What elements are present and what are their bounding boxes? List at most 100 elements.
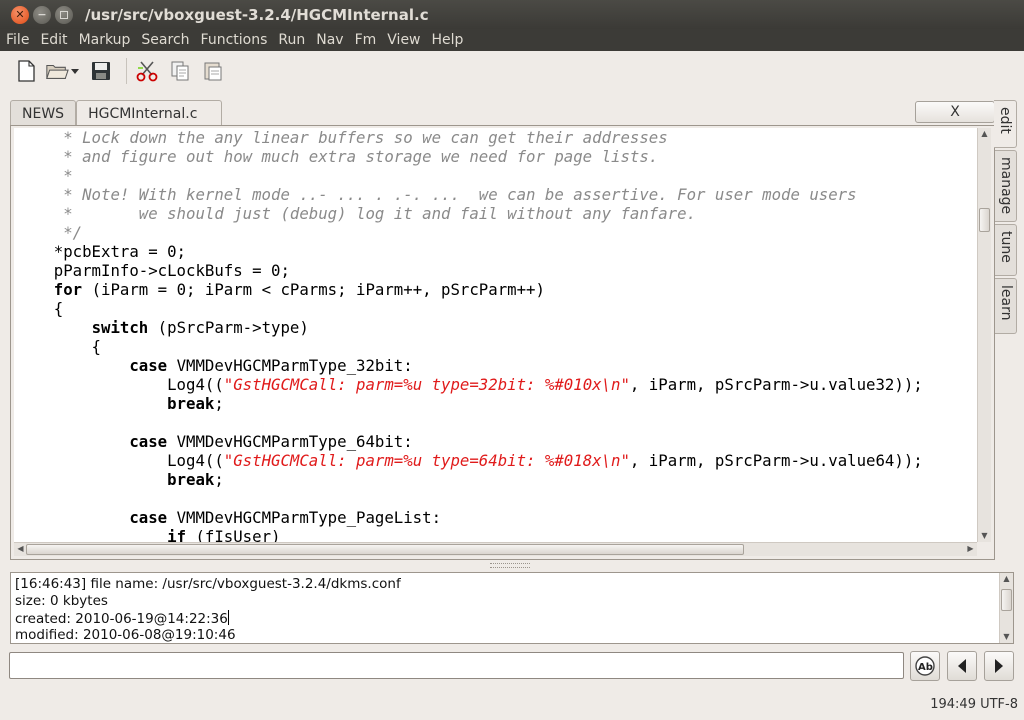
new-file-button[interactable] xyxy=(12,57,40,85)
prev-arrow-icon xyxy=(958,659,966,673)
text-caret xyxy=(227,610,229,625)
menu-edit[interactable]: Edit xyxy=(40,32,73,48)
code-line: * we should just (debug) log it and fail… xyxy=(16,204,697,223)
close-document-button[interactable]: X xyxy=(915,101,995,123)
scroll-down-icon[interactable]: ▼ xyxy=(1000,631,1013,643)
side-tab-edit-label: edit xyxy=(997,107,1013,134)
tab-hgcminternal[interactable]: HGCMInternal.c xyxy=(76,100,223,127)
side-tab-manage-label: manage xyxy=(998,157,1014,215)
cut-button[interactable] xyxy=(133,57,161,85)
code-editor[interactable]: * Lock down the any linear buffers so we… xyxy=(14,128,977,542)
regex-toggle-icon: Ab xyxy=(915,656,935,676)
copy-icon xyxy=(171,61,189,81)
menu-file[interactable]: File xyxy=(6,32,35,48)
code-line: Log4(("GstHGCMCall: parm=%u type=32bit: … xyxy=(16,375,923,394)
menu-search[interactable]: Search xyxy=(141,32,195,48)
message-line-text: created: 2010-06-19@14:22:36 xyxy=(15,611,228,627)
code-line: case VMMDevHGCMParmType_PageList: xyxy=(129,508,442,527)
open-file-button[interactable] xyxy=(45,57,69,85)
code-line: case VMMDevHGCMParmType_64bit: xyxy=(129,432,413,451)
minimize-icon: − xyxy=(37,8,47,21)
window-minimize-button[interactable]: − xyxy=(33,5,51,24)
paste-icon xyxy=(204,62,222,81)
message-line: [16:46:43] file name: /usr/src/vboxguest… xyxy=(15,576,401,592)
status-position-encoding: 194:49 UTF-8 xyxy=(930,697,1018,712)
previous-button[interactable] xyxy=(947,651,977,681)
svg-text:Ab: Ab xyxy=(918,662,933,673)
scroll-right-icon[interactable]: ▶ xyxy=(964,543,977,555)
code-line: for (iParm = 0; iParm < cParms; iParm++,… xyxy=(53,280,545,299)
code-line: case VMMDevHGCMParmType_32bit: xyxy=(129,356,413,375)
next-button[interactable] xyxy=(984,651,1014,681)
window-title: /usr/src/vboxguest-3.2.4/HGCMInternal.c xyxy=(85,5,429,24)
toolbar-separator xyxy=(126,58,127,84)
message-scroll-thumb[interactable] xyxy=(1001,589,1012,611)
code-line: pParmInfo->cLockBufs = 0; xyxy=(16,261,290,280)
side-tab-tune-label: tune xyxy=(998,231,1014,263)
menu-view[interactable]: View xyxy=(387,32,426,48)
toolbar xyxy=(0,51,1024,91)
editor-vertical-scroll-thumb[interactable] xyxy=(979,208,990,232)
code-line: { xyxy=(16,299,64,318)
message-line: modified: 2010-06-08@19:10:46 xyxy=(15,627,236,643)
code-line: { xyxy=(16,337,102,356)
copy-button[interactable] xyxy=(166,57,194,85)
side-tab-edit[interactable]: edit xyxy=(994,100,1017,148)
paste-button[interactable] xyxy=(199,57,227,85)
tab-news[interactable]: NEWS xyxy=(10,100,77,126)
side-tab-learn-label: learn xyxy=(998,285,1014,321)
code-text[interactable]: * Lock down the any linear buffers so we… xyxy=(14,128,977,542)
menu-help[interactable]: Help xyxy=(432,32,470,48)
code-line: * and figure out how much extra storage … xyxy=(16,147,659,166)
window-maximize-button[interactable] xyxy=(55,5,73,24)
side-tab-manage[interactable]: manage xyxy=(995,150,1017,222)
code-line: if (fIsUser) xyxy=(167,527,281,542)
open-folder-icon xyxy=(46,64,69,79)
code-line: * Lock down the any linear buffers so we… xyxy=(16,128,668,147)
open-recent-dropdown[interactable] xyxy=(69,57,81,85)
code-line: */ xyxy=(16,223,83,242)
next-arrow-icon xyxy=(995,659,1003,673)
cut-icon xyxy=(136,61,158,82)
scroll-up-icon[interactable]: ▲ xyxy=(1000,573,1013,585)
message-vertical-scrollbar[interactable]: ▲ ▼ xyxy=(999,573,1013,643)
pane-resize-handle[interactable] xyxy=(490,563,530,568)
scroll-up-icon[interactable]: ▲ xyxy=(978,128,991,140)
document-tabs: NEWS HGCMInternal.c xyxy=(10,100,223,127)
editor-vertical-scrollbar[interactable]: ▲ ▼ xyxy=(977,128,991,542)
side-tab-learn[interactable]: learn xyxy=(995,278,1017,334)
code-line: switch (pSrcParm->type) xyxy=(91,318,309,337)
menu-nav[interactable]: Nav xyxy=(316,32,349,48)
close-icon: ✕ xyxy=(15,8,25,21)
window-close-button[interactable]: ✕ xyxy=(11,5,29,24)
scroll-down-icon[interactable]: ▼ xyxy=(978,530,991,542)
editor-frame: * Lock down the any linear buffers so we… xyxy=(10,125,995,560)
message-line: created: 2010-06-19@14:22:36 xyxy=(15,610,229,627)
menu-markup[interactable]: Markup xyxy=(79,32,137,48)
dropdown-arrow-icon xyxy=(71,69,79,74)
code-line: break; xyxy=(167,394,224,413)
new-file-icon xyxy=(18,60,35,82)
menu-run[interactable]: Run xyxy=(278,32,311,48)
maximize-icon xyxy=(60,10,68,19)
side-tab-tune[interactable]: tune xyxy=(995,224,1017,276)
editor-horizontal-scrollbar[interactable]: ◀ ▶ xyxy=(14,542,977,556)
code-line: *pcbExtra = 0; xyxy=(16,242,187,261)
code-line: * Note! With kernel mode ..- ... . .-. .… xyxy=(16,185,857,204)
code-line: * xyxy=(16,166,73,185)
menubar: File Edit Markup Search Functions Run Na… xyxy=(0,29,1024,51)
save-button[interactable] xyxy=(87,57,115,85)
side-tabs: edit manage tune learn xyxy=(994,100,1019,340)
command-input[interactable] xyxy=(9,652,904,679)
code-line: break; xyxy=(167,470,224,489)
regex-toggle-button[interactable]: Ab xyxy=(910,651,940,681)
editor-notebook: NEWS HGCMInternal.c X * Lock down the an… xyxy=(10,100,995,560)
message-line: size: 0 kbytes xyxy=(15,593,108,609)
editor-horizontal-scroll-thumb[interactable] xyxy=(26,544,744,555)
save-icon xyxy=(92,62,110,80)
code-line: Log4(("GstHGCMCall: parm=%u type=64bit: … xyxy=(16,451,923,470)
menu-fm[interactable]: Fm xyxy=(355,32,383,48)
message-output[interactable]: [16:46:43] file name: /usr/src/vboxguest… xyxy=(10,572,1014,644)
menu-functions[interactable]: Functions xyxy=(201,32,274,48)
window-titlebar: ✕ − /usr/src/vboxguest-3.2.4/HGCMInterna… xyxy=(0,0,1024,29)
